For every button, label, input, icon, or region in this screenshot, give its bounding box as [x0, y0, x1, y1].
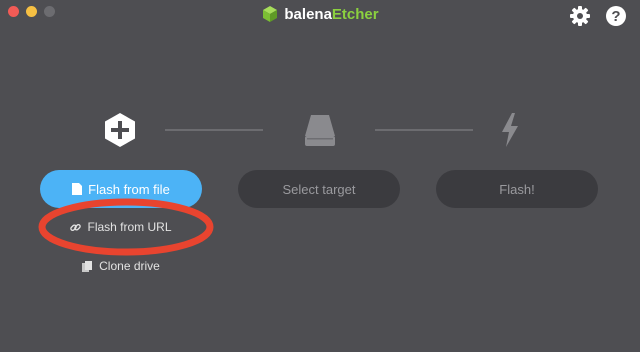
app-brand: balena Etcher: [0, 5, 640, 27]
flash-button[interactable]: Flash!: [436, 170, 598, 208]
gear-icon[interactable]: [569, 5, 591, 27]
cube-logo-icon: [263, 6, 278, 22]
help-icon[interactable]: ?: [605, 5, 627, 27]
step-connector-2: [375, 129, 473, 131]
brand-prefix: balena: [284, 5, 332, 23]
clone-drive-link[interactable]: Clone drive: [40, 259, 202, 273]
brand-suffix: Etcher: [331, 5, 379, 23]
flash-from-url-link[interactable]: Flash from URL: [40, 220, 202, 234]
flash-from-file-button[interactable]: Flash from file: [40, 170, 202, 208]
link-icon: [70, 223, 82, 231]
drive-icon: [305, 115, 335, 146]
step-connector-1: [165, 129, 263, 131]
copy-icon: [82, 260, 93, 272]
file-icon: [72, 183, 83, 195]
svg-text:?: ?: [611, 8, 620, 25]
lightning-bolt-icon: [502, 113, 518, 147]
select-target-button[interactable]: Select target: [238, 170, 400, 208]
plus-hexagon-icon: [105, 113, 135, 147]
select-target-label: Select target: [282, 181, 356, 197]
flash-from-url-label: Flash from URL: [87, 220, 172, 234]
clone-drive-label: Clone drive: [99, 259, 160, 273]
flash-from-file-label: Flash from file: [88, 181, 170, 197]
flash-label: Flash!: [499, 181, 535, 197]
